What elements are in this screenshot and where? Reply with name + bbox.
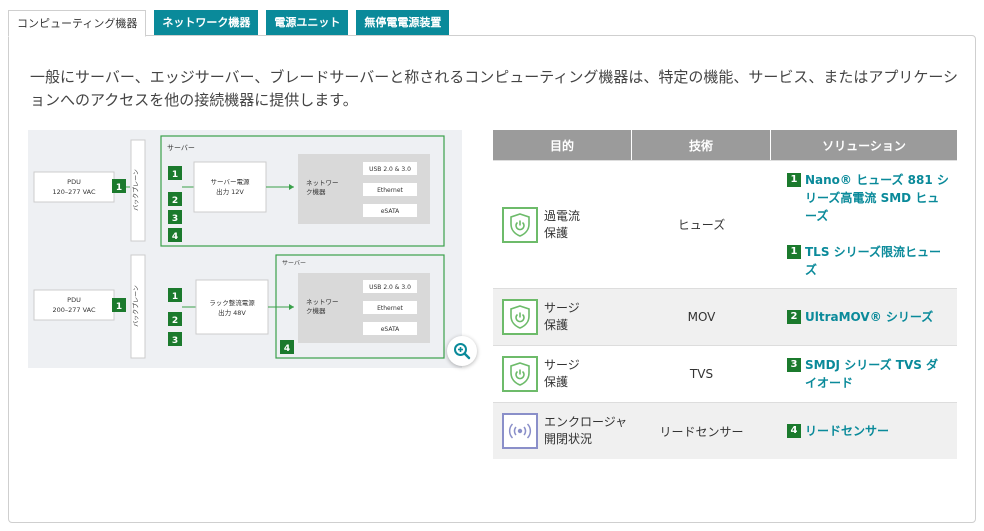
tech-cell: TVS [689,367,714,381]
tech-cell: ヒューズ [677,218,726,232]
svg-text:ク機器: ク機器 [306,306,326,315]
svg-text:サーバー電源: サーバー電源 [211,177,250,186]
tab-network[interactable]: ネットワーク機器 [154,10,259,36]
svg-text:サーバー: サーバー [282,260,306,267]
header-tech: 技術 [632,130,771,160]
svg-text:出力 12V: 出力 12V [216,187,244,196]
solution-link[interactable]: 3 SMDJ シリーズ TVS ダイオード [787,356,949,392]
solution-link[interactable]: 1 TLS シリーズ限流ヒューズ [787,243,949,279]
shield-power-icon [502,206,538,243]
table-row: サージ 保護 MOV 2 UltraMOV® シリーズ [493,288,957,345]
table-row: 過電流保護 ヒューズ 1 Nano® ヒューズ 881 シリーズ高電流 SMD ヒ… [493,160,957,288]
pdu-top-voltage: 120–277 VAC [52,188,95,196]
svg-text:USB 2.0 & 3.0: USB 2.0 & 3.0 [369,284,411,291]
zoom-button[interactable] [447,336,477,366]
tab-computing[interactable]: コンピューティング機器 [8,10,147,37]
header-purpose: 目的 [493,130,632,160]
tech-cell: リードセンサー [659,424,744,439]
solution-link[interactable]: 2 UltraMOV® シリーズ [787,308,933,326]
svg-text:1: 1 [172,292,178,302]
tab-ups[interactable]: 無停電電源装置 [356,10,450,36]
server-top-label: サーバー [167,144,195,152]
svg-text:4: 4 [172,232,178,242]
intro-text: 一般にサーバー、エッジサーバー、ブレードサーバーと称されるコンピューティング機器… [30,68,959,109]
svg-text:eSATA: eSATA [381,208,400,215]
svg-text:200–277 VAC: 200–277 VAC [52,306,95,314]
badge: 1 [116,183,122,193]
svg-text:Ethernet: Ethernet [377,305,403,312]
solution-link[interactable]: 1 Nano® ヒューズ 881 シリーズ高電流 SMD ヒューズ [787,171,949,225]
tech-cell: MOV [687,310,716,324]
table-row: エンクロージャ 開閉状況 リードセンサー 4 リードセンサー [493,402,957,459]
svg-text:USB 2.0 & 3.0: USB 2.0 & 3.0 [369,166,411,173]
tab-power-supply[interactable]: 電源ユニット [266,10,349,36]
svg-text:ネットワー: ネットワー [306,298,339,306]
svg-text:3: 3 [172,336,178,346]
solution-link[interactable]: 4 リードセンサー [787,422,889,440]
solutions-table: 目的 技術 ソリューション 過電流保護 ヒューズ 1 Nano® ヒューズ 881… [493,130,957,459]
diagram-bottom: サーバー PDU 200–277 VAC 1 バックプレーン 1 2 3 ラック… [33,254,445,359]
svg-text:バックプレーン: バックプレーン [133,285,140,327]
svg-text:Ethernet: Ethernet [377,187,403,194]
sensor-signal-icon [502,413,538,449]
purpose-line2: 保護 [544,225,569,240]
zoom-in-icon [454,343,471,360]
svg-text:ネットワー: ネットワー [306,179,339,187]
svg-text:1: 1 [116,302,122,312]
shield-power-icon [502,299,538,335]
svg-text:ク機器: ク機器 [306,187,326,196]
svg-text:4: 4 [284,344,290,354]
pdu-top-label: PDU [67,178,81,186]
block-diagram: PDU 120–277 VAC 1 バックプレーン サーバー 1 2 3 4 サ… [28,130,462,368]
purpose-line1: 過電流 [544,208,581,223]
svg-text:ラック整流電源: ラック整流電源 [209,298,255,307]
table-header: 目的 技術 ソリューション [493,130,957,160]
tab-bar: コンピューティング機器 ネットワーク機器 電源ユニット 無停電電源装置 [8,10,457,37]
shield-power-icon [502,356,538,392]
header-solution: ソリューション [822,138,906,153]
table-row: サージ 保護 TVS 3 SMDJ シリーズ TVS ダイオード [493,345,957,402]
svg-text:1: 1 [172,170,178,180]
backplane-top: バックプレーン [133,169,140,211]
svg-text:2: 2 [172,196,178,206]
svg-text:PDU: PDU [67,296,81,304]
svg-text:3: 3 [172,214,178,224]
diagram-top: PDU 120–277 VAC 1 バックプレーン サーバー 1 2 3 4 サ… [33,135,445,247]
svg-text:出力 48V: 出力 48V [218,308,246,317]
svg-text:2: 2 [172,316,178,326]
svg-text:eSATA: eSATA [381,326,400,333]
